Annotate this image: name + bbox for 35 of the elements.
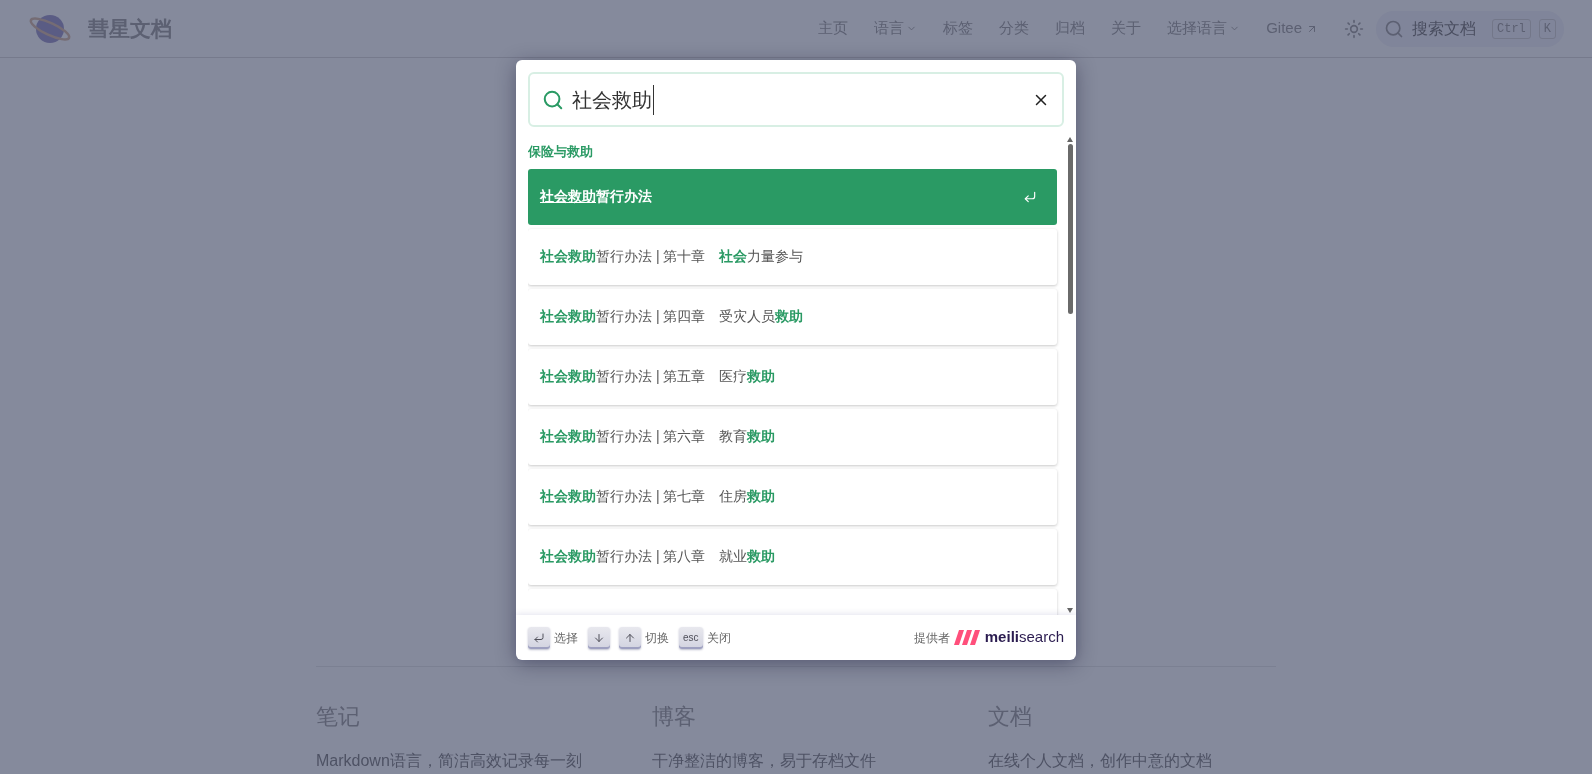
result-title: 社会救助暂行办法 | 第十章 社会力量参与 xyxy=(540,247,804,266)
result-title: 社会救助暂行办法 xyxy=(540,187,652,206)
down-arrow-icon xyxy=(593,631,605,644)
search-result[interactable]: 社会救助暂行办法 | 第十章 社会力量参与 xyxy=(528,228,1057,285)
brand-name: meilisearch xyxy=(984,627,1064,648)
search-input-field[interactable]: 社会救助 xyxy=(528,72,1064,127)
meilisearch-logo-icon xyxy=(953,630,982,645)
enter-icon xyxy=(533,631,545,644)
result-title: 社会救助暂行办法 | 第六章 教育救助 xyxy=(540,427,776,446)
search-result[interactable]: 社会救助暂行办法 | 第四章 受灾人员救助 xyxy=(528,288,1057,345)
key-hint-label: 关闭 xyxy=(706,629,731,647)
key-hint-label: 选择 xyxy=(554,629,578,647)
escape-key: esc xyxy=(679,626,703,649)
provider-label: 提供者 xyxy=(913,629,950,647)
search-query: 社会救助 xyxy=(572,84,654,115)
result-title: 社会救助暂行办法 | 第八章 就业救助 xyxy=(540,547,776,566)
result-group-heading: 保险与救助 xyxy=(528,143,594,161)
result-title: 社会救助暂行办法 | 第四章 受灾人员救助 xyxy=(540,307,804,326)
search-result[interactable]: 社会救助暂行办法 | 第七章 住房救助 xyxy=(528,468,1057,525)
up-arrow-icon xyxy=(624,631,636,644)
search-result[interactable]: 社会救助暂行办法 | 第六章 教育救助 xyxy=(528,408,1057,465)
scroll-down-arrow-icon[interactable] xyxy=(1067,608,1073,613)
enter-icon xyxy=(1023,189,1037,204)
feature-description: 在线个人文档，创作中意的文档 xyxy=(988,751,1213,771)
result-title: 社会救助暂行办法 | 第七章 住房救助 xyxy=(540,487,776,506)
result-title: 社会救助暂行办法 | 第五章 医疗救助 xyxy=(540,367,776,386)
search-icon xyxy=(1384,18,1404,39)
search-result[interactable]: 社会救助暂行办法 | 第五章 医疗救助 xyxy=(528,348,1057,405)
key-hint-label: 切换 xyxy=(645,629,669,647)
search-icon xyxy=(542,88,564,111)
search-result[interactable]: 社会救助暂行办法 xyxy=(528,168,1057,225)
search-result[interactable]: 社会救助暂行办法 | 第八章 就业救助 xyxy=(528,528,1057,585)
theme-toggle-icon[interactable] xyxy=(1344,18,1364,39)
scroll-up-arrow-icon[interactable] xyxy=(1067,137,1073,142)
search-placeholder: 搜索文档 xyxy=(1412,18,1476,39)
